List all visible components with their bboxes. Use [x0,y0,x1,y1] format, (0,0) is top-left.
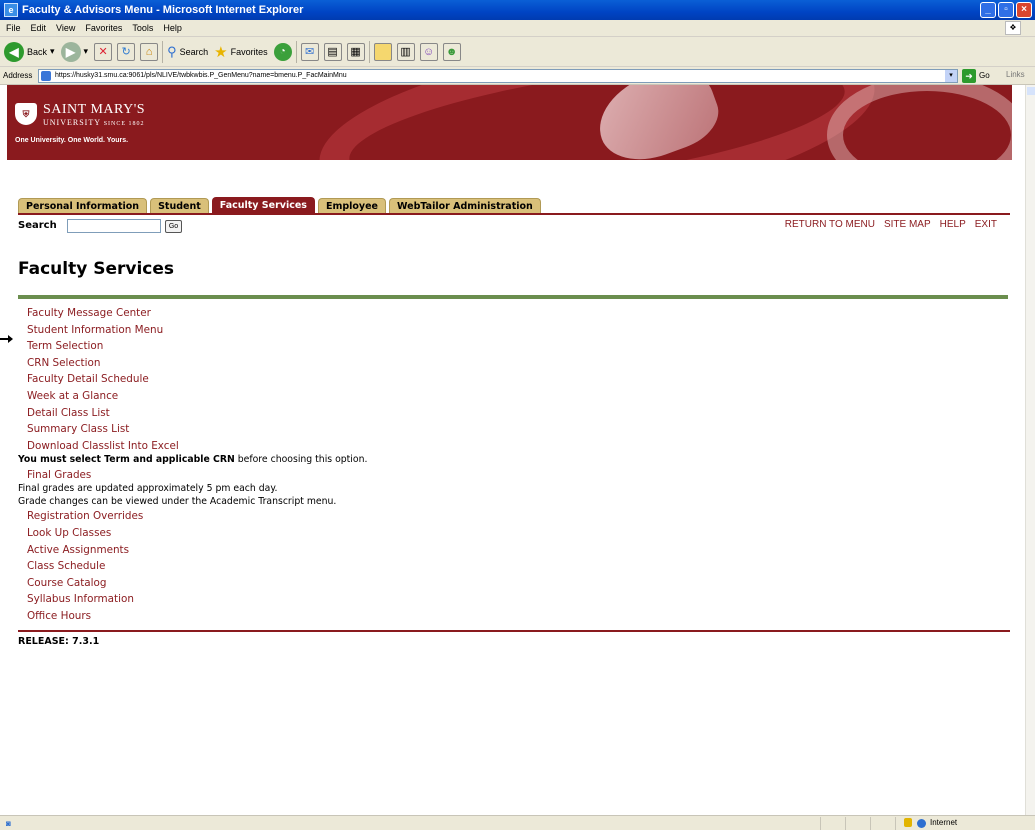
link-final-grades[interactable]: Final Grades [18,467,998,484]
tab-personal-information[interactable]: Personal Information [18,198,148,214]
address-bar: Address https://husky31.smu.ca:9061/pls/… [0,67,1035,85]
tab-webtailor-administration[interactable]: WebTailor Administration [389,198,541,214]
logo-sub: UNIVERSITY SINCE 1802 [43,118,145,127]
link-download-classlist[interactable]: Download Classlist Into Excel [18,438,998,455]
footer-divider [18,630,1010,632]
home-icon[interactable]: ⌂ [140,42,159,61]
forward-button[interactable]: ▶ ▾ [60,41,88,62]
menu-file[interactable]: File [6,23,21,33]
menu-view[interactable]: View [56,23,75,33]
link-faculty-message-center[interactable]: Faculty Message Center [18,305,998,322]
search-label: Search [18,220,57,231]
link-active-assignments[interactable]: Active Assignments [18,542,998,559]
link-term-selection[interactable]: Term Selection [18,338,998,355]
menu-edit[interactable]: Edit [31,23,47,33]
security-zone: Internet [930,818,958,827]
tab-student[interactable]: Student [150,198,209,214]
forward-arrow-icon: ▶ [60,41,81,62]
minimize-icon[interactable]: _ [980,2,996,18]
link-registration-overrides[interactable]: Registration Overrides [18,508,998,525]
page-content: ⛨ SAINT MARY'S UNIVERSITY SINCE 1802 One… [0,85,1025,815]
favorites-button[interactable]: ★ Favorites [214,43,267,61]
logo-name: SAINT MARY'S [43,102,146,117]
link-syllabus-information[interactable]: Syllabus Information [18,591,998,608]
address-url: https://husky31.smu.ca:9061/pls/NLIVE/tw… [55,72,347,79]
address-label: Address [3,71,33,80]
link-week-at-a-glance[interactable]: Week at a Glance [18,388,998,405]
people-icon[interactable]: ☻ [442,42,461,61]
stop-icon[interactable]: ✕ [94,42,113,61]
link-look-up-classes[interactable]: Look Up Classes [18,525,998,542]
faculty-menu: Faculty Message Center Student Informati… [18,305,998,625]
refresh-icon[interactable]: ↻ [117,42,136,61]
menu-favorites[interactable]: Favorites [85,23,122,33]
messenger-icon[interactable]: ☺ [419,42,438,61]
scroll-up-icon[interactable] [1027,87,1035,95]
title-bar: e Faculty & Advisors Menu - Microsoft In… [0,0,1035,20]
tab-divider [18,213,1010,215]
star-icon: ★ [214,43,228,61]
final-grades-note-1: Final grades are updated approximately 5… [18,483,278,495]
lock-icon [904,818,912,827]
menu-tools[interactable]: Tools [132,23,153,33]
page-status-icon: ◙ [6,818,11,828]
link-faculty-detail-schedule[interactable]: Faculty Detail Schedule [18,371,998,388]
university-crest-icon: ⛨ [15,103,37,125]
tab-faculty-services[interactable]: Faculty Services [211,197,315,214]
link-crn-selection[interactable]: CRN Selection [18,355,998,372]
history-icon[interactable]: ◔ [273,42,292,61]
menu-help[interactable]: Help [163,23,182,33]
browser-window: e Faculty & Advisors Menu - Microsoft In… [0,0,1035,830]
tab-employee[interactable]: Employee [317,198,387,214]
page-favicon-icon [41,71,51,81]
exit-link[interactable]: EXIT [975,219,997,230]
back-button[interactable]: ◀ Back ▾ [4,41,55,62]
status-bar: ◙ Internet [0,815,1035,830]
go-toolbar-button[interactable]: ➜ Go [962,68,990,83]
go-arrow-icon: ➜ [962,68,976,83]
site-map-link[interactable]: SITE MAP [884,219,931,230]
back-arrow-icon: ◀ [4,41,24,62]
windows-logo-icon: ❖ [1005,21,1021,35]
menu-bar: File Edit View Favorites Tools Help ❖ [0,20,1035,37]
window-title: Faculty & Advisors Menu - Microsoft Inte… [22,4,304,16]
address-dropdown-icon[interactable]: ▾ [945,70,957,82]
search-input[interactable] [67,219,161,233]
return-to-menu-link[interactable]: RETURN TO MENU [785,219,875,230]
final-grades-note-2: Grade changes can be viewed under the Ac… [18,495,337,507]
link-office-hours[interactable]: Office Hours [18,608,998,625]
go-button[interactable]: Go [165,220,182,233]
header-divider [18,295,1008,299]
print-icon[interactable]: ▤ [323,42,342,61]
vertical-scrollbar[interactable] [1025,85,1035,815]
link-class-schedule[interactable]: Class Schedule [18,558,998,575]
tagline: One University. One World. Yours. [15,137,129,144]
maximize-icon[interactable]: ▫ [998,2,1014,18]
top-links: RETURN TO MENU SITE MAP HELP EXIT [776,219,997,230]
release-info: RELEASE: 7.3.1 [18,636,100,647]
tab-bar: Personal Information Student Faculty Ser… [18,197,544,214]
page-title: Faculty Services [18,259,175,279]
search-toolbar-button[interactable]: ⚲ Search [167,44,208,60]
link-summary-class-list[interactable]: Summary Class List [18,421,998,438]
link-detail-class-list[interactable]: Detail Class List [18,405,998,422]
folder-icon[interactable] [373,42,392,61]
link-student-information-menu[interactable]: Student Information Menu [18,322,998,339]
links-button[interactable]: Links [1006,70,1025,79]
university-banner: ⛨ SAINT MARY'S UNIVERSITY SINCE 1802 One… [7,85,1012,160]
mail-icon[interactable]: ✉ [300,42,319,61]
globe-icon [917,819,926,828]
pointer-arrow-icon [0,335,13,343]
research-icon[interactable]: ▥ [396,42,415,61]
address-input[interactable]: https://husky31.smu.ca:9061/pls/NLIVE/tw… [38,69,958,83]
help-link[interactable]: HELP [940,219,966,230]
edit-icon[interactable]: ▦ [346,42,365,61]
link-course-catalog[interactable]: Course Catalog [18,575,998,592]
toolbar: ◀ Back ▾ ▶ ▾ ✕ ↻ ⌂ ⚲ Search ★ Favorites … [0,37,1035,67]
ie-app-icon: e [4,3,18,17]
download-note: You must select Term and applicable CRN … [18,454,368,466]
magnifier-icon: ⚲ [167,43,177,59]
close-icon[interactable]: × [1016,2,1032,18]
